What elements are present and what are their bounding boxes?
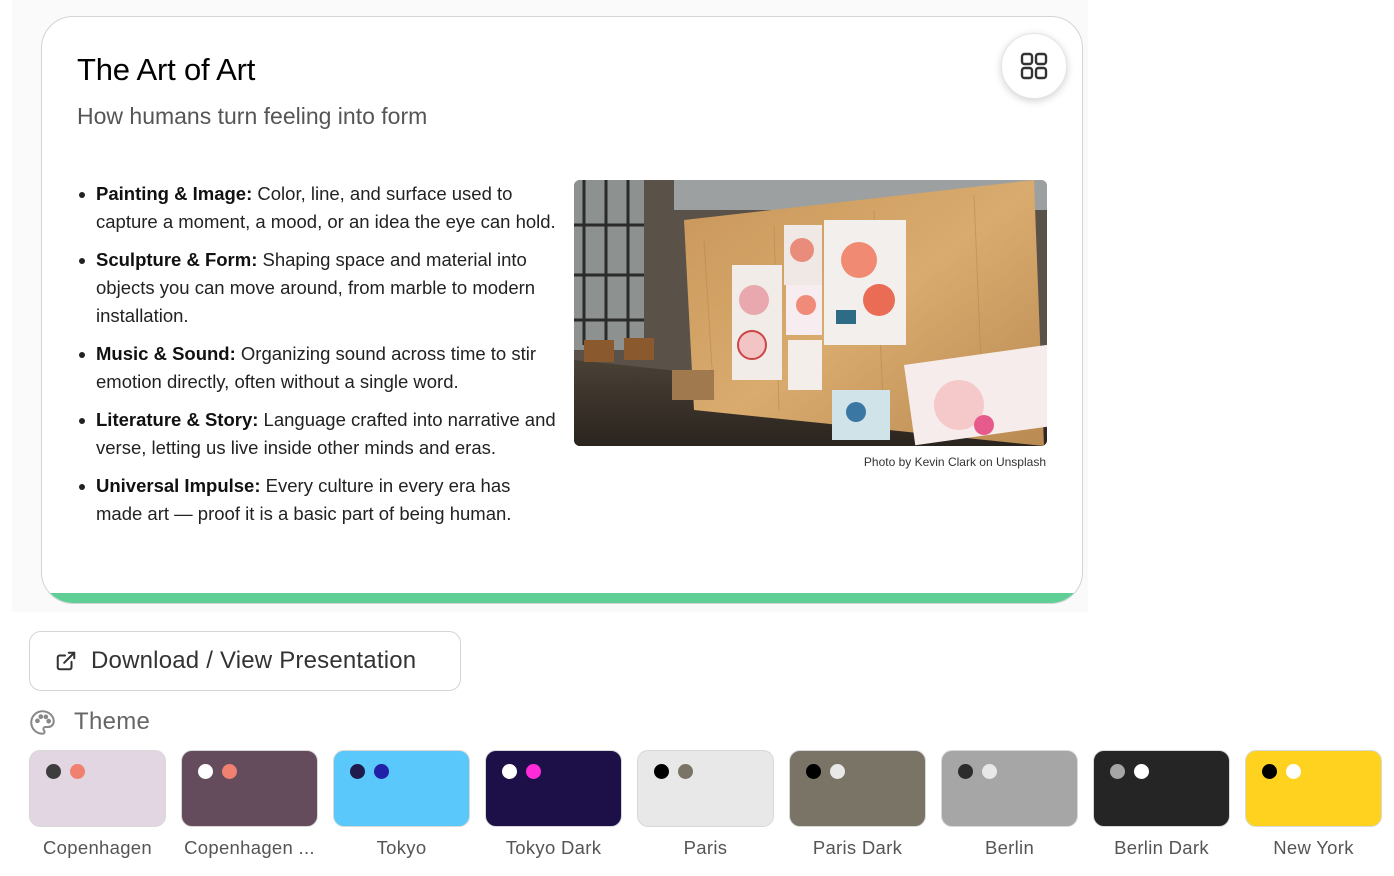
theme-color-dot — [958, 764, 973, 779]
slide-preview-area: The Art of Art How humans turn feeling i… — [12, 0, 1088, 612]
bullet-item: Universal Impulse: Every culture in ever… — [77, 472, 557, 528]
theme-color-dot — [678, 764, 693, 779]
theme-color-dot — [198, 764, 213, 779]
download-button-label: Download / View Presentation — [91, 647, 417, 674]
slide-bullet-list: Painting & Image: Color, line, and surfa… — [77, 180, 557, 538]
theme-color-dot — [374, 764, 389, 779]
slide-accent-bar — [42, 593, 1082, 603]
theme-swatch[interactable] — [1245, 750, 1382, 827]
photo-caption: Photo by Kevin Clark on Unsplash — [863, 455, 1046, 469]
theme-swatch[interactable] — [941, 750, 1078, 827]
gallery-photo — [574, 180, 1047, 446]
theme-color-dot — [1286, 764, 1301, 779]
theme-list: Copenhagen Copenhagen ... Tokyo Tokyo Dark P… — [29, 750, 1382, 859]
theme-color-dot — [1262, 764, 1277, 779]
theme-swatch[interactable] — [789, 750, 926, 827]
theme-name: Berlin — [984, 837, 1035, 858]
bullet-item: Music & Sound: Organizing sound across t… — [77, 340, 557, 396]
grid-view-button[interactable] — [1001, 33, 1067, 99]
bullet-term: Universal Impulse: — [96, 475, 261, 496]
theme-name: Tokyo — [376, 837, 427, 858]
theme-option[interactable]: Berlin — [941, 750, 1078, 859]
theme-color-dot — [350, 764, 365, 779]
external-link-icon — [56, 651, 76, 671]
theme-option[interactable]: Tokyo — [333, 750, 470, 859]
slide-card: The Art of Art How humans turn feeling i… — [41, 16, 1083, 604]
theme-name: Paris — [683, 837, 728, 858]
slide-title: The Art of Art — [77, 52, 256, 87]
download-view-presentation-button[interactable]: Download / View Presentation — [29, 631, 461, 691]
theme-color-dot — [1134, 764, 1149, 779]
theme-heading: Theme — [29, 708, 150, 736]
grid-icon — [1020, 52, 1048, 80]
theme-color-dot — [654, 764, 669, 779]
theme-name: New York — [1273, 837, 1354, 858]
bullet-term: Music & Sound: — [96, 343, 236, 364]
theme-label: Theme — [74, 708, 151, 735]
theme-option[interactable]: Paris Dark — [789, 750, 926, 859]
theme-color-dot — [1110, 764, 1125, 779]
theme-option[interactable]: New York — [1245, 750, 1382, 859]
theme-option[interactable]: Copenhagen — [29, 750, 166, 859]
theme-color-dot — [222, 764, 237, 779]
theme-swatch[interactable] — [333, 750, 470, 827]
bullet-item: Literature & Story: Language crafted int… — [77, 406, 557, 462]
theme-swatch[interactable] — [29, 750, 166, 827]
theme-name: Tokyo Dark — [505, 837, 602, 858]
palette-icon — [30, 709, 55, 735]
theme-name: Berlin Dark — [1114, 837, 1209, 858]
bullet-item: Painting & Image: Color, line, and surfa… — [77, 180, 557, 236]
theme-swatch[interactable] — [1093, 750, 1230, 827]
bullet-item: Sculpture & Form: Shaping space and mate… — [77, 246, 557, 330]
bullet-term: Literature & Story: — [96, 409, 259, 430]
theme-color-dot — [502, 764, 517, 779]
theme-option[interactable]: Paris — [637, 750, 774, 859]
theme-color-dot — [830, 764, 845, 779]
theme-color-dot — [982, 764, 997, 779]
slide-subtitle: How humans turn feeling into form — [77, 103, 428, 129]
theme-color-dot — [806, 764, 821, 779]
theme-name: Copenhagen — [43, 837, 152, 858]
bullet-term: Painting & Image: — [96, 183, 253, 204]
theme-swatch[interactable] — [637, 750, 774, 827]
theme-option[interactable]: Copenhagen ... — [181, 750, 318, 859]
theme-swatch[interactable] — [181, 750, 318, 827]
theme-name: Copenhagen ... — [184, 837, 315, 858]
theme-color-dot — [46, 764, 61, 779]
theme-option[interactable]: Berlin Dark — [1093, 750, 1230, 859]
theme-option[interactable]: Tokyo Dark — [485, 750, 622, 859]
bullet-term: Sculpture & Form: — [96, 249, 258, 270]
theme-swatch[interactable] — [485, 750, 622, 827]
theme-color-dot — [70, 764, 85, 779]
theme-color-dot — [526, 764, 541, 779]
theme-name: Paris Dark — [812, 837, 903, 858]
